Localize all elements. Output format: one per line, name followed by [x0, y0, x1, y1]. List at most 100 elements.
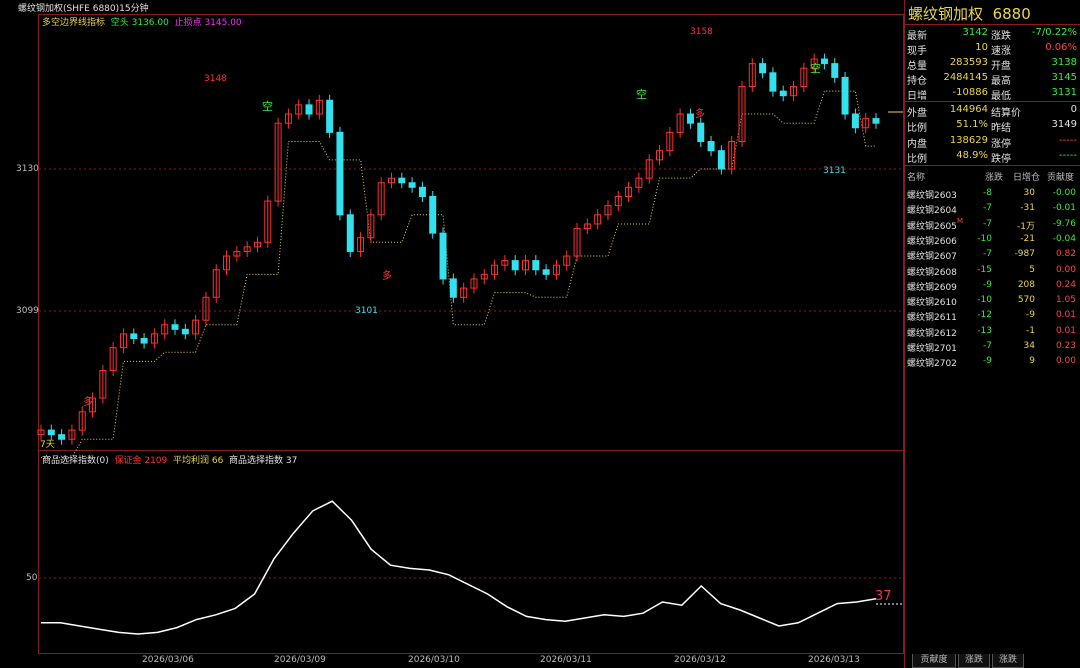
- contract-cell: 1.05: [1055, 295, 1076, 306]
- quote-row: 外盘 144964 结算价 0: [905, 103, 1080, 119]
- tab-change-2[interactable]: 涨跌: [992, 654, 1024, 668]
- candle: [820, 58, 828, 65]
- quote-label: 跌停: [991, 154, 1011, 165]
- quote-value: 48.9%: [956, 150, 988, 161]
- candle: [58, 434, 66, 440]
- short-signal: 空: [636, 87, 647, 101]
- contract-row[interactable]: 螺纹钢2701 -7 34 0.23: [905, 341, 1080, 355]
- quote-value: 0.06%: [1045, 42, 1077, 53]
- short-signal: 空: [262, 99, 273, 113]
- contract-cell: 0.23: [1055, 341, 1076, 351]
- quote-value: 3131: [1051, 87, 1077, 98]
- quote-label: 最低: [991, 91, 1011, 102]
- contract-cell: -13: [977, 325, 992, 336]
- candle: [439, 232, 447, 280]
- low-label: 3101: [355, 306, 378, 316]
- candle: [779, 90, 787, 97]
- contract-cell: 螺纹钢2610: [907, 298, 957, 309]
- quote-label: 涨跌: [991, 31, 1011, 42]
- tab-contribution[interactable]: 贡献度: [912, 654, 956, 668]
- candle: [769, 72, 777, 92]
- quote-label: 最新: [907, 31, 927, 42]
- contract-cell: -10: [977, 233, 992, 244]
- quote-label: 结算价: [991, 108, 1021, 119]
- contract-row[interactable]: 螺纹钢2611 -12 -9 0.01: [905, 310, 1080, 324]
- contract-cell: -7: [983, 249, 992, 260]
- candle: [759, 63, 767, 74]
- candle: [47, 429, 55, 436]
- contract-cell: 螺纹钢2701: [907, 344, 957, 354]
- contract-row[interactable]: 螺纹钢2610 -10 570 1.05: [905, 295, 1080, 309]
- candle: [717, 150, 725, 170]
- contract-cell: -9.76: [1052, 218, 1076, 229]
- long-signal: 多: [695, 107, 705, 120]
- days-label: 7天: [40, 440, 55, 450]
- quote-row: 现手 10 速涨 0.06%: [905, 41, 1080, 57]
- quote-row: 持仓 2484145 最高 3145: [905, 71, 1080, 87]
- quote-value: 3138: [1051, 57, 1077, 68]
- quote-label: 外盘: [907, 108, 927, 119]
- contract-cell: -987: [1014, 249, 1035, 260]
- contract-row[interactable]: 螺纹钢2608 -15 5 0.00: [905, 265, 1080, 279]
- contract-cell: -9: [983, 279, 992, 290]
- contract-cell: 570: [1017, 295, 1035, 306]
- high-label: 3148: [204, 74, 227, 84]
- contract-cell: 0.00: [1055, 264, 1076, 275]
- contract-cell: 螺纹钢2603: [907, 191, 957, 201]
- contract-cell: 螺纹钢2607: [907, 252, 957, 263]
- high-label: 3158: [690, 27, 713, 37]
- candle: [181, 328, 189, 335]
- contract-cell: 0.24: [1055, 279, 1076, 290]
- contract-cell: -9: [1026, 310, 1035, 321]
- last-index-value: 37: [875, 589, 892, 604]
- candle: [532, 260, 540, 271]
- contract-cell: -12: [977, 310, 992, 321]
- contract-cell: 螺纹钢2606: [907, 236, 957, 247]
- quote-label: 昨结: [991, 123, 1011, 134]
- contract-cell: 5: [1029, 264, 1035, 275]
- candle: [542, 269, 550, 275]
- candle: [171, 324, 179, 330]
- contract-row[interactable]: 螺纹钢2606 -10 -21 -0.04: [905, 234, 1080, 248]
- quote-value: -10886: [952, 87, 988, 98]
- contract-cell: 30: [1023, 188, 1035, 198]
- contract-row[interactable]: 螺纹钢2612 -13 -1 0.01: [905, 326, 1080, 340]
- contract-cell: -9: [983, 356, 992, 367]
- contract-cell: 0.01: [1055, 310, 1076, 321]
- contract-row[interactable]: 螺纹钢2702 -9 9 0.00: [905, 356, 1080, 370]
- candle: [346, 214, 354, 252]
- contract-row[interactable]: 螺纹钢2609 -9 208 0.24: [905, 280, 1080, 294]
- tab-change[interactable]: 涨跌: [958, 654, 990, 668]
- quote-label: 涨停: [991, 139, 1011, 150]
- contract-cell: -0.00: [1052, 188, 1076, 198]
- quote-row: 总量 283593 开盘 3138: [905, 56, 1080, 72]
- quote-value: 51.1%: [956, 119, 988, 130]
- quote-label: 总量: [907, 61, 927, 72]
- candle: [326, 99, 334, 133]
- candle: [831, 63, 839, 78]
- quote-value: 144964: [949, 104, 988, 115]
- quote-row: 日增 -10886 最低 3131: [905, 86, 1080, 102]
- contract-cell: -0.04: [1052, 233, 1076, 244]
- quote-title: 螺纹钢加权 6880: [908, 5, 1031, 23]
- contract-row[interactable]: 螺纹钢2607 -7 -987 0.82: [905, 249, 1080, 263]
- quote-row: 比例 51.1% 昨结 3149: [905, 118, 1080, 134]
- contract-cell: -21: [1020, 233, 1035, 244]
- contract-cell: -7: [983, 218, 992, 229]
- contract-cell: 螺纹钢2605: [907, 221, 957, 232]
- candle: [408, 182, 416, 188]
- contract-row[interactable]: 螺纹钢2603 -8 30 -0.00: [905, 188, 1080, 202]
- contract-cell: 9: [1029, 356, 1035, 367]
- low-label: 3131: [823, 166, 846, 176]
- quote-label: 持仓: [907, 76, 927, 87]
- quote-value: 10: [975, 42, 988, 53]
- contract-row[interactable]: 螺纹钢2605 M -7 -1万 -9.76: [905, 217, 1080, 233]
- quote-value: -----: [1058, 150, 1077, 161]
- candle: [140, 337, 148, 344]
- quote-label: 现手: [907, 46, 927, 57]
- contract-row[interactable]: 螺纹钢2604 -7 -31 -0.01: [905, 203, 1080, 217]
- candle: [851, 113, 859, 129]
- candle: [707, 141, 715, 152]
- candle: [398, 177, 406, 184]
- quote-panel: 螺纹钢加权 6880 最新 3142 涨跌 -7/0.22% 现手 10 速涨 0.06% 总量…: [904, 0, 1080, 668]
